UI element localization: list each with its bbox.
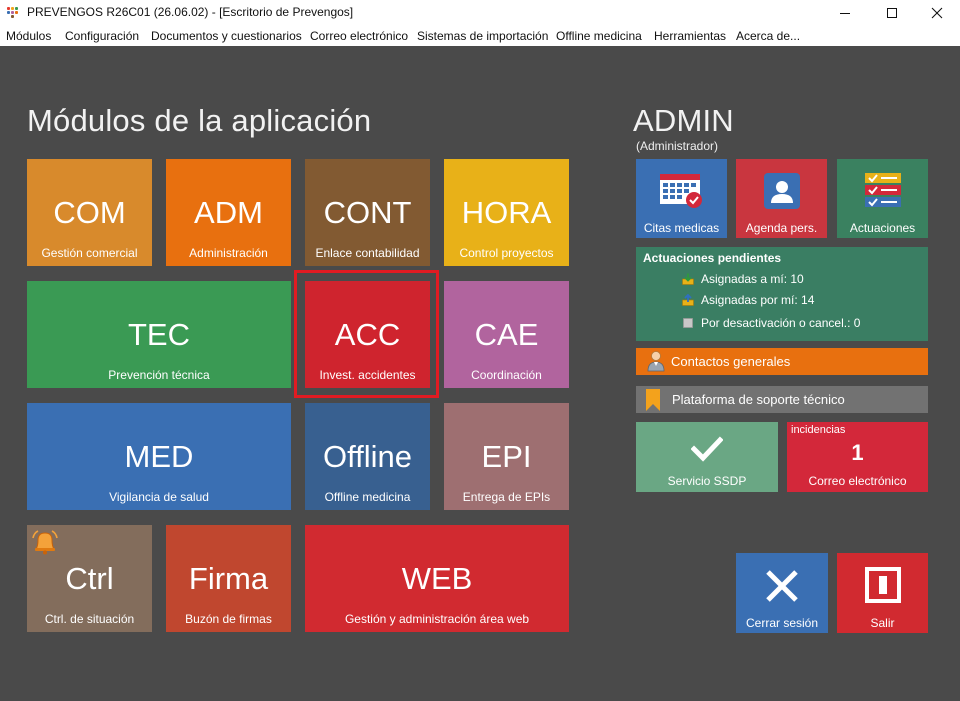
exit-label: Salir — [870, 616, 895, 630]
contacts-bar[interactable]: Contactos generales — [636, 348, 928, 375]
tile-label: Enlace contabilidad — [315, 246, 420, 260]
contact-card-icon — [763, 173, 800, 209]
tile-code: MED — [124, 439, 194, 474]
tile-label: Offline medicina — [324, 490, 411, 504]
user-name: ADMIN — [633, 103, 734, 138]
tile-label: Citas medicas — [643, 221, 720, 235]
tile-code: Ctrl — [65, 561, 114, 596]
checkmark-icon — [691, 436, 723, 462]
pending-row-text: Asignadas a mí: 10 — [701, 272, 804, 286]
menu-documentos[interactable]: Documentos y cuestionarios — [151, 29, 302, 43]
minimize-button[interactable] — [822, 0, 868, 26]
tile-label: Coordinación — [471, 368, 542, 382]
tile-code: EPI — [481, 439, 532, 474]
tile-hora[interactable]: HORA Control proyectos — [444, 159, 569, 266]
tile-label: Actuaciones — [849, 221, 916, 235]
app-logo-icon — [7, 7, 21, 19]
tile-firma[interactable]: Firma Buzón de firmas — [166, 525, 291, 632]
tile-label: Gestión y administración área web — [344, 612, 530, 626]
maximize-button[interactable] — [869, 0, 915, 26]
agenda-tile[interactable]: Agenda pers. — [736, 159, 827, 238]
inbox-down-icon — [682, 273, 694, 285]
contacts-label: Contactos generales — [671, 354, 791, 369]
close-x-icon — [766, 570, 798, 602]
alarm-bell-icon — [32, 530, 58, 555]
tile-label: Buzón de firmas — [185, 612, 272, 626]
square-icon — [683, 318, 693, 328]
tile-code: HORA — [461, 195, 552, 230]
tile-cont[interactable]: CONT Enlace contabilidad — [305, 159, 430, 266]
menu-correo[interactable]: Correo electrónico — [310, 29, 408, 43]
support-label: Plataforma de soporte técnico — [672, 392, 845, 407]
ssdp-label: Servicio SSDP — [667, 474, 747, 488]
selection-highlight — [294, 270, 439, 398]
title-bar: PREVENGOS R26C01 (26.06.02) - [Escritori… — [0, 0, 960, 26]
tile-tec[interactable]: TEC Prevención técnica — [27, 281, 291, 388]
mail-badge: incidencias — [791, 424, 846, 436]
bookmark-icon — [646, 389, 660, 411]
tile-code: WEB — [401, 561, 473, 596]
tile-label: Administración — [189, 246, 268, 260]
modules-title: Módulos de la aplicación — [27, 103, 372, 138]
menu-acerca[interactable]: Acerca de... — [736, 29, 800, 43]
tile-label: Gestión comercial — [41, 246, 138, 260]
tile-label: Ctrl. de situación — [44, 612, 135, 626]
menu-modulos[interactable]: Módulos — [6, 29, 51, 43]
user-role: (Administrador) — [636, 139, 719, 153]
citas-medicas-tile[interactable]: Citas medicas — [636, 159, 727, 238]
pending-row-text: Por desactivación o cancel.: 0 — [701, 316, 861, 330]
tile-code: CONT — [323, 195, 412, 230]
tile-label: Prevención técnica — [108, 368, 210, 382]
window-title: PREVENGOS R26C01 (26.06.02) - [Escritori… — [27, 5, 354, 19]
tile-label: Entrega de EPIs — [462, 490, 551, 504]
tile-code: CAE — [474, 317, 539, 352]
support-bar[interactable]: Plataforma de soporte técnico — [636, 386, 928, 413]
mail-count: 1 — [851, 440, 864, 465]
tile-label: Control proyectos — [459, 246, 554, 260]
tile-code: Firma — [188, 561, 269, 596]
menu-bar: Módulos Configuración Documentos y cuest… — [0, 26, 960, 46]
tile-offline[interactable]: Offline Offline medicina — [305, 403, 430, 510]
checklist-icon — [864, 173, 901, 207]
mail-incidents-tile[interactable]: incidencias 1 Correo electrónico — [787, 422, 928, 492]
tile-code: Offline — [322, 439, 413, 474]
tile-med[interactable]: MED Vigilancia de salud — [27, 403, 291, 510]
ssdp-tile[interactable]: Servicio SSDP — [636, 422, 778, 492]
tile-code: ADM — [194, 195, 263, 230]
tile-code: TEC — [128, 317, 190, 352]
tile-adm[interactable]: ADM Administración — [166, 159, 291, 266]
logout-button[interactable]: Cerrar sesión — [736, 553, 828, 633]
exit-door-icon — [865, 567, 901, 603]
logout-label: Cerrar sesión — [745, 616, 819, 630]
tile-epi[interactable]: EPI Entrega de EPIs — [444, 403, 569, 510]
menu-herramientas[interactable]: Herramientas — [654, 29, 726, 43]
pending-row-text: Asignadas por mí: 14 — [701, 293, 815, 307]
exit-button[interactable]: Salir — [837, 553, 928, 633]
maximize-icon — [887, 8, 897, 18]
pending-actions-panel: Actuaciones pendientes Asignadas a mí: 1… — [636, 247, 928, 341]
close-button[interactable] — [914, 0, 960, 26]
close-icon — [931, 7, 943, 19]
menu-importacion[interactable]: Sistemas de importación — [417, 29, 548, 43]
tile-web[interactable]: WEB Gestión y administración área web — [305, 525, 569, 632]
minimize-icon — [840, 13, 850, 14]
mail-label: Correo electrónico — [808, 474, 907, 488]
menu-offline[interactable]: Offline medicina — [556, 29, 642, 43]
calendar-icon — [659, 174, 702, 208]
pending-title: Actuaciones pendientes — [643, 251, 782, 265]
tile-com[interactable]: COM Gestión comercial — [27, 159, 152, 266]
outbox-up-icon — [682, 294, 694, 306]
actuaciones-tile[interactable]: Actuaciones — [837, 159, 928, 238]
tile-label: Vigilancia de salud — [109, 490, 209, 504]
tile-code: COM — [53, 195, 126, 230]
tile-cae[interactable]: CAE Coordinación — [444, 281, 569, 388]
menu-configuracion[interactable]: Configuración — [65, 29, 139, 43]
tile-label: Agenda pers. — [745, 221, 818, 235]
contact-person-icon — [647, 351, 665, 372]
